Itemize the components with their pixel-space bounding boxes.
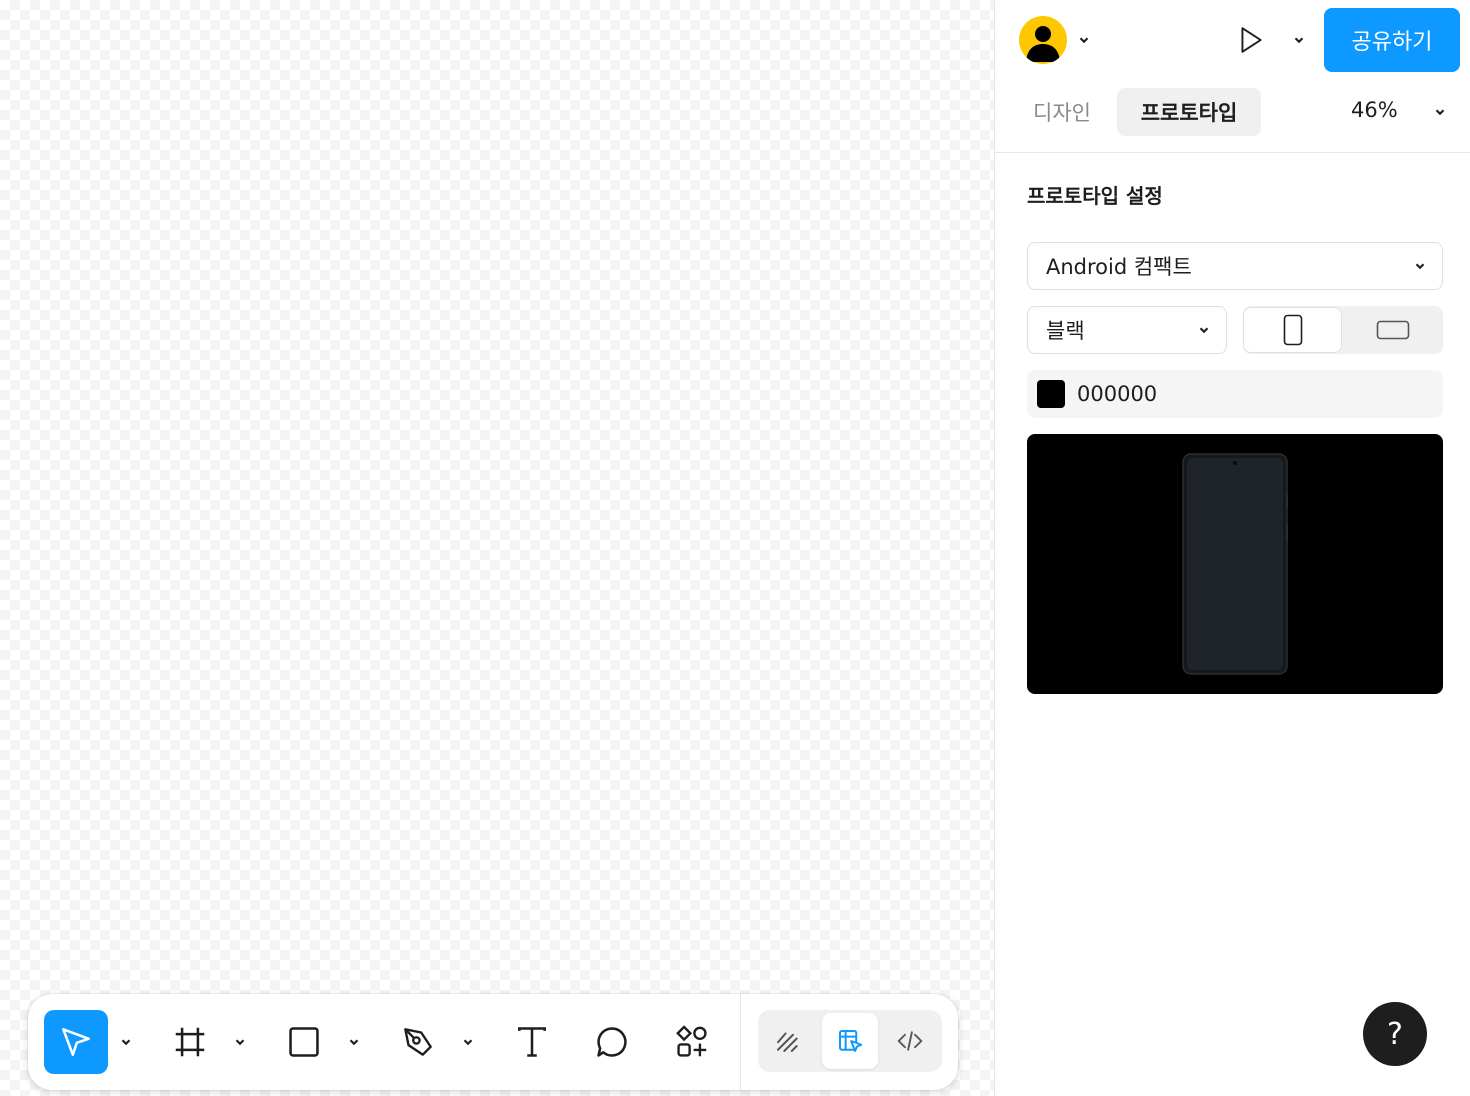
text-icon [518,1027,546,1057]
bottom-toolbar [28,994,958,1090]
present-options-caret[interactable] [1290,30,1308,50]
pen-icon [404,1028,432,1056]
play-icon [1241,27,1262,53]
android-phone-mockup [1182,453,1288,675]
move-cursor-icon [62,1028,90,1056]
chevron-down-icon [1415,263,1425,270]
chevron-down-icon [1199,327,1209,334]
chevron-down-icon [463,1039,473,1046]
toolbar-divider [740,994,741,1090]
panel-divider [995,152,1470,153]
frame-color-value: 블랙 [1046,319,1085,343]
scribble-icon [777,1032,798,1052]
device-preview [1027,434,1443,694]
prototype-mode-button[interactable] [822,1013,878,1069]
pen-tool-button[interactable] [386,1010,450,1074]
phone-landscape-icon [1376,320,1409,340]
chevron-down-icon [1294,37,1304,44]
draw-mode-button[interactable] [760,1013,816,1069]
move-tool-button[interactable] [44,1010,108,1074]
dev-mode-button[interactable] [882,1013,938,1069]
background-color-field[interactable]: 000000 [1027,370,1443,418]
pen-tool-caret[interactable] [460,1030,476,1054]
frame-icon [175,1027,205,1057]
code-icon [897,1031,923,1051]
device-select[interactable]: Android 컴팩트 [1027,242,1443,290]
prototype-cursor-icon [839,1030,863,1052]
chevron-down-icon [349,1039,359,1046]
rectangle-tool-caret[interactable] [346,1030,362,1054]
phone-portrait-icon [1283,314,1302,346]
chevron-down-icon [121,1039,131,1046]
mode-switcher [758,1010,942,1072]
rectangle-tool-button[interactable] [272,1010,336,1074]
frame-tool-button[interactable] [158,1010,222,1074]
properties-panel: 공유하기 디자인 프로토타입 46% 프로토타입 설정 Android 컴팩트 … [994,0,1470,1096]
move-tool-caret[interactable] [118,1030,134,1054]
share-button[interactable]: 공유하기 [1324,8,1460,72]
avatar-menu-caret[interactable] [1075,30,1093,50]
tab-design[interactable]: 디자인 [1017,88,1107,136]
rectangle-icon [289,1027,319,1057]
present-button[interactable] [1235,22,1267,58]
portrait-button[interactable] [1243,307,1342,353]
prototype-settings-title: 프로토타입 설정 [1027,184,1163,208]
frame-tool-caret[interactable] [232,1030,248,1054]
shapes-plus-icon [676,1025,707,1057]
color-swatch[interactable] [1037,380,1065,408]
zoom-menu-caret[interactable] [1431,102,1449,122]
landscape-button[interactable] [1343,307,1442,353]
actions-tool-button[interactable] [660,1010,724,1074]
comment-tool-button[interactable] [580,1010,644,1074]
chevron-down-icon [1079,37,1089,44]
canvas[interactable] [0,0,994,1096]
background-hex-value[interactable]: 000000 [1077,382,1157,406]
user-avatar[interactable] [1019,16,1067,64]
user-silhouette-icon [1026,26,1060,62]
frame-color-select[interactable]: 블랙 [1027,306,1227,354]
help-button[interactable]: ? [1363,1002,1427,1066]
comment-bubble-icon [597,1027,627,1057]
chevron-down-icon [235,1039,245,1046]
text-tool-button[interactable] [500,1010,564,1074]
orientation-toggle [1243,306,1443,354]
device-select-value: Android 컴팩트 [1046,255,1192,279]
tab-prototype[interactable]: 프로토타입 [1117,88,1261,136]
zoom-level[interactable]: 46% [1351,98,1398,122]
chevron-down-icon [1435,109,1445,116]
